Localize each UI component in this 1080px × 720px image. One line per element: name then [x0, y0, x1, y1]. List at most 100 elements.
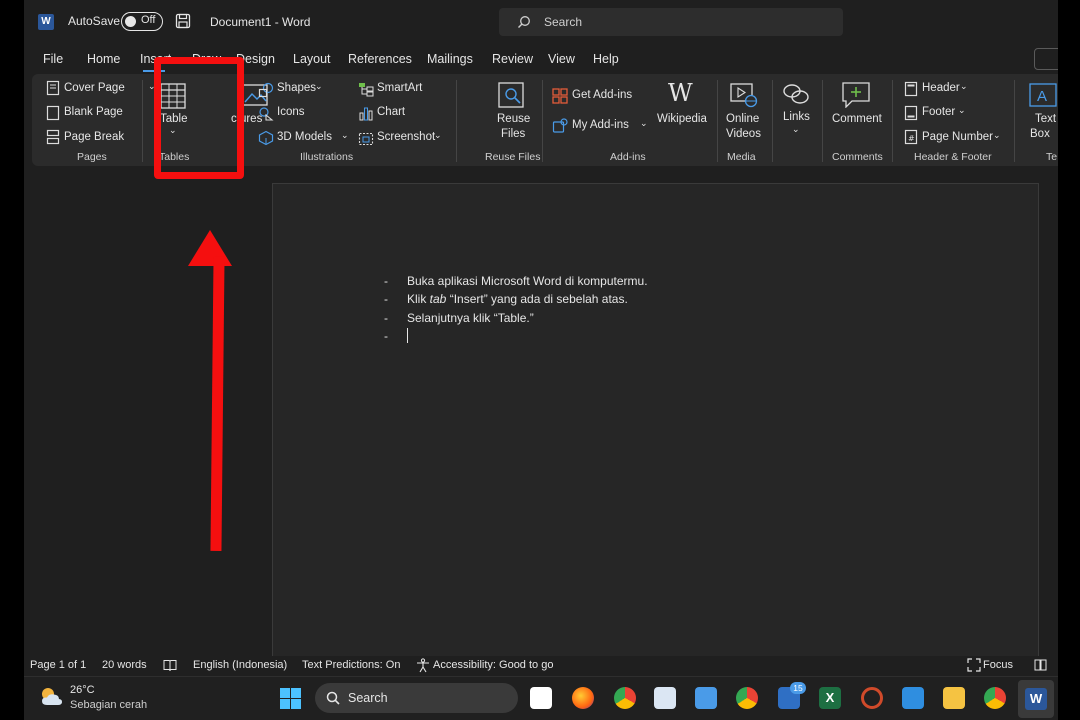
tab-home[interactable]: Home [87, 52, 120, 66]
reuse-line1[interactable]: Reuse [497, 113, 530, 125]
page-number-button[interactable]: Page Number [922, 131, 993, 143]
list-item[interactable]: Klik tab “Insert” yang ada di sebelah at… [407, 292, 628, 306]
title-bar: W AutoSave Off Document1 - Word Search [24, 0, 1058, 44]
text-box-line1[interactable]: Text [1035, 113, 1056, 125]
mail-icon[interactable] [902, 687, 924, 709]
read-mode-icon[interactable] [1034, 659, 1047, 671]
chevron-down-icon: ⌄ [341, 130, 349, 140]
chrome-icon[interactable] [614, 687, 636, 709]
italic-text-run: tab [429, 292, 447, 306]
proofing-book-icon[interactable] [163, 659, 177, 672]
list-bullet: - [384, 292, 388, 306]
online-videos-icon[interactable] [730, 82, 758, 108]
text-box-line2[interactable]: Box [1030, 128, 1050, 140]
search-placeholder: Search [544, 15, 583, 29]
annotation-arrow-shaft [210, 255, 225, 552]
notepad-icon[interactable] [695, 687, 717, 709]
annotation-arrow-head [188, 230, 232, 266]
tab-view[interactable]: View [548, 52, 575, 66]
chrome-icon[interactable] [984, 687, 1006, 709]
reuse-line2[interactable]: Files [501, 128, 525, 140]
group-separator [717, 80, 718, 162]
focus-icon [967, 658, 981, 672]
blank-page-icon [46, 105, 60, 121]
text-box-icon[interactable]: A [1029, 83, 1057, 107]
annotation-highlight-box [154, 57, 244, 179]
word-taskbar-button[interactable]: W [1018, 680, 1054, 718]
shapes-button[interactable]: Shapes [277, 82, 316, 94]
cover-page-icon [46, 80, 60, 96]
get-add-ins-button[interactable]: Get Add-ins [572, 89, 632, 101]
file-explorer-icon[interactable] [943, 687, 965, 709]
title-search-box[interactable]: Search [499, 8, 843, 36]
tab-references[interactable]: References [348, 52, 412, 66]
tab-mailings[interactable]: Mailings [427, 52, 473, 66]
my-add-ins-button[interactable]: My Add-ins [572, 119, 629, 131]
weather-partly-cloudy-icon[interactable] [38, 685, 64, 707]
save-icon[interactable] [175, 13, 191, 29]
header-footer-group-label: Header & Footer [914, 151, 992, 163]
links-icon[interactable] [782, 82, 810, 106]
focus-button[interactable]: Focus [983, 659, 1013, 671]
online-videos-line2[interactable]: Videos [726, 128, 761, 140]
comment-button[interactable]: Comment [832, 113, 882, 125]
chevron-down-icon: ⌄ [640, 118, 648, 128]
screenshot-button[interactable]: Screenshot [377, 131, 435, 143]
media-group-label: Media [727, 151, 756, 163]
recycle-bin-icon[interactable] [654, 687, 676, 709]
blank-page-button[interactable]: Blank Page [64, 106, 123, 118]
page-break-button[interactable]: Page Break [64, 131, 124, 143]
text-cursor [407, 328, 408, 343]
chevron-down-icon: ⌄ [993, 130, 1001, 140]
app-icon[interactable] [861, 687, 883, 709]
header-button[interactable]: Header [922, 82, 960, 94]
wikipedia-button[interactable]: Wikipedia [657, 113, 707, 125]
online-videos-line1[interactable]: Online [726, 113, 759, 125]
snipping-tool-icon[interactable] [530, 687, 552, 709]
wikipedia-icon[interactable]: W [668, 79, 693, 107]
get-add-ins-icon [552, 88, 568, 104]
footer-icon [904, 105, 918, 121]
tab-help[interactable]: Help [593, 52, 619, 66]
accessibility-status[interactable]: Accessibility: Good to go [433, 659, 553, 671]
links-button[interactable]: Links [783, 111, 810, 123]
tab-review[interactable]: Review [492, 52, 533, 66]
document-page[interactable] [272, 183, 1039, 660]
chevron-down-icon: ⌄ [960, 81, 968, 91]
list-item[interactable]: Buka aplikasi Microsoft Word di komputer… [407, 274, 648, 288]
excel-icon[interactable]: X [819, 687, 841, 709]
chevron-down-icon: ⌄ [792, 124, 800, 134]
taskbar-search[interactable]: Search [315, 683, 518, 713]
word-icon: W [1025, 688, 1047, 710]
list-item[interactable]: Selanjutnya klik “Table.” [407, 311, 534, 325]
icons-icon [259, 107, 274, 121]
smartart-button[interactable]: SmartArt [377, 82, 422, 94]
chart-button[interactable]: Chart [377, 106, 405, 118]
page-count[interactable]: Page 1 of 1 [30, 659, 86, 671]
word-count[interactable]: 20 words [102, 659, 147, 671]
notification-badge: 15 [790, 682, 806, 694]
text-predictions[interactable]: Text Predictions: On [302, 659, 400, 671]
comments-button[interactable] [1034, 48, 1058, 70]
taskbar: 26°C Sebagian cerah Search 15 X W [24, 676, 1058, 720]
tab-layout[interactable]: Layout [293, 52, 331, 66]
autosave-toggle[interactable]: Off [121, 12, 163, 31]
screenshot-icon [358, 132, 374, 146]
header-icon [904, 81, 918, 97]
footer-button[interactable]: Footer [922, 106, 955, 118]
weather-description: Sebagian cerah [70, 699, 148, 711]
group-separator [542, 80, 543, 162]
3d-models-button[interactable]: 3D Models [277, 131, 332, 143]
chevron-down-icon: ⌄ [958, 105, 966, 115]
language-indicator[interactable]: English (Indonesia) [193, 659, 287, 671]
tab-file[interactable]: File [43, 52, 63, 66]
chrome-icon[interactable] [736, 687, 758, 709]
text-run: Klik [407, 292, 430, 306]
icons-button[interactable]: Icons [277, 106, 305, 118]
reuse-files-icon[interactable] [498, 82, 524, 108]
comment-icon[interactable] [842, 82, 870, 108]
firefox-icon[interactable] [572, 687, 594, 709]
windows-start-icon[interactable] [280, 688, 301, 709]
text-group-label: Te [1046, 151, 1058, 163]
cover-page-button[interactable]: Cover Page [64, 82, 125, 94]
